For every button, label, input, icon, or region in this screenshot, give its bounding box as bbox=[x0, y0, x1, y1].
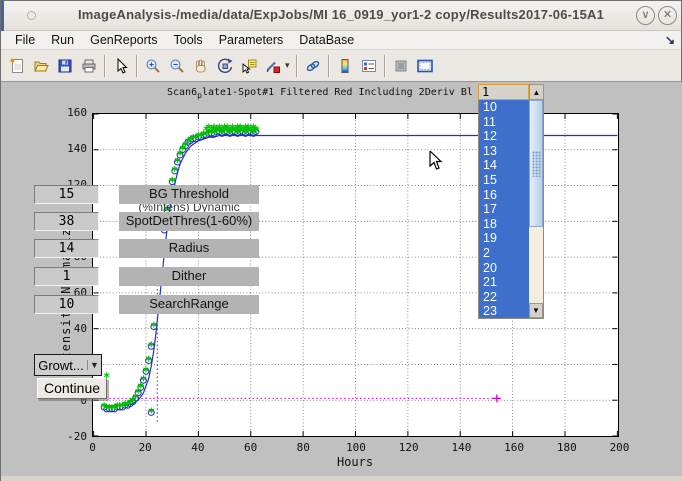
x-tick-label: 80 bbox=[283, 441, 323, 454]
scrollbar-grip bbox=[532, 151, 541, 177]
menu-tools[interactable]: Tools bbox=[166, 32, 211, 48]
dropdown-item[interactable]: 17 bbox=[479, 202, 529, 217]
bg-threshold-label: BG Threshold bbox=[119, 185, 259, 204]
dropdown-list[interactable]: 10111213141516171819220212223 bbox=[479, 100, 529, 318]
dropdown-item[interactable]: 15 bbox=[479, 173, 529, 188]
zoom-in-icon[interactable] bbox=[141, 53, 165, 79]
x-tick-label: 140 bbox=[441, 441, 481, 454]
app-window: ImageAnalysis-/media/data/ExpJobs/MI 16_… bbox=[0, 0, 682, 481]
dock-figure-icon[interactable] bbox=[413, 53, 437, 79]
title-bar[interactable]: ImageAnalysis-/media/data/ExpJobs/MI 16_… bbox=[1, 1, 681, 31]
dropdown-item[interactable]: 11 bbox=[479, 115, 529, 130]
dropdown-item[interactable]: 18 bbox=[479, 217, 529, 232]
save-icon[interactable] bbox=[53, 53, 77, 79]
plot-title: Scan6plate1-Spot#1 Filtered Red Includin… bbox=[167, 87, 473, 100]
x-tick-label: 0 bbox=[73, 441, 113, 454]
x-tick-label: 160 bbox=[494, 441, 534, 454]
rotate-3d-icon[interactable] bbox=[213, 53, 237, 79]
dropdown-item[interactable]: 2 bbox=[479, 246, 529, 261]
dropdown-item[interactable]: 21 bbox=[479, 275, 529, 290]
threshold-end-marker bbox=[493, 394, 501, 402]
x-tick-label: 180 bbox=[547, 441, 587, 454]
data-cursor-icon[interactable] bbox=[237, 53, 261, 79]
y-tick-label: 40 bbox=[51, 322, 87, 336]
searchrange-input[interactable]: 10 bbox=[34, 295, 99, 314]
menu-bar: File Run GenReports Tools Parameters Dat… bbox=[1, 31, 681, 50]
dropdown-item[interactable]: 14 bbox=[479, 158, 529, 173]
x-tick-label: 100 bbox=[336, 441, 376, 454]
shade-button[interactable]: ∨ bbox=[636, 6, 655, 25]
pan-hand-icon[interactable] bbox=[189, 53, 213, 79]
dock-arrow-icon[interactable]: ↘ bbox=[665, 33, 675, 47]
dropdown-item[interactable]: 23 bbox=[479, 304, 529, 318]
y-tick-label: 160 bbox=[51, 106, 87, 120]
continue-button[interactable]: Continue bbox=[37, 378, 107, 399]
new-file-icon[interactable] bbox=[5, 53, 29, 79]
insert-legend-icon[interactable] bbox=[357, 53, 381, 79]
bg-threshold-sublabel: (%Intens) Dynamic bbox=[119, 203, 259, 212]
link-plots-icon[interactable] bbox=[301, 53, 325, 79]
dropdown-item[interactable]: 10 bbox=[479, 100, 529, 115]
growth-mode-dropdown[interactable]: Growt... ▼ bbox=[34, 354, 102, 376]
open-file-icon[interactable] bbox=[29, 53, 53, 79]
brush-dropdown-icon[interactable]: ▾ bbox=[285, 60, 293, 71]
dropdown-scrollbar[interactable]: ▼ bbox=[529, 100, 543, 318]
dropdown-item[interactable]: 19 bbox=[479, 231, 529, 246]
x-tick-label: 60 bbox=[231, 441, 271, 454]
scrollbar-thumb[interactable] bbox=[529, 100, 543, 227]
dropdown-item[interactable]: 20 bbox=[479, 261, 529, 276]
searchrange-label: SearchRange bbox=[119, 295, 259, 314]
scroll-down-icon[interactable]: ▼ bbox=[529, 303, 543, 318]
dropdown-item[interactable]: 13 bbox=[479, 144, 529, 159]
y-tick-label: 140 bbox=[51, 142, 87, 156]
dropdown-arrow-icon: ▼ bbox=[87, 360, 101, 370]
toolbar-separator bbox=[296, 55, 298, 77]
toolbar-separator bbox=[328, 55, 330, 77]
menu-genreports[interactable]: GenReports bbox=[82, 32, 165, 48]
toolbar-separator bbox=[104, 55, 106, 77]
radius-label: Radius bbox=[119, 239, 259, 258]
dropdown-selected-value[interactable]: 1 bbox=[478, 84, 529, 100]
pointer-icon[interactable] bbox=[109, 53, 133, 79]
menu-run[interactable]: Run bbox=[43, 32, 82, 48]
mouse-cursor bbox=[429, 151, 443, 171]
x-tick-label: 120 bbox=[389, 441, 429, 454]
spotdetthres-input[interactable]: 38 bbox=[34, 212, 99, 231]
dropdown-item[interactable]: 12 bbox=[479, 129, 529, 144]
dropdown-item[interactable]: 22 bbox=[479, 290, 529, 305]
figure-toolbar: ▾ bbox=[1, 50, 681, 82]
zoom-out-icon[interactable] bbox=[165, 53, 189, 79]
insert-colorbar-icon[interactable] bbox=[333, 53, 357, 79]
x-axis-label: Hours bbox=[315, 455, 395, 469]
x-tick-label: 20 bbox=[125, 441, 165, 454]
menu-file[interactable]: File bbox=[7, 32, 43, 48]
menu-database[interactable]: DataBase bbox=[291, 32, 362, 48]
bg-threshold-input[interactable]: 15 bbox=[34, 185, 99, 204]
plot-tools-off-icon[interactable] bbox=[389, 53, 413, 79]
x-tick-label: 40 bbox=[178, 441, 218, 454]
print-icon[interactable] bbox=[77, 53, 101, 79]
radius-input[interactable]: 14 bbox=[34, 239, 99, 258]
window-bottom-border bbox=[1, 476, 682, 481]
spot-number-dropdown[interactable]: 1 ▲ 10111213141516171819220212223 ▼ bbox=[478, 84, 544, 319]
menu-parameters[interactable]: Parameters bbox=[211, 32, 292, 48]
window-title: ImageAnalysis-/media/data/ExpJobs/MI 16_… bbox=[1, 7, 681, 22]
close-button[interactable]: ✕ bbox=[658, 6, 677, 25]
toolbar-separator bbox=[136, 55, 138, 77]
dither-label: Dither bbox=[119, 267, 259, 286]
dither-input[interactable]: 1 bbox=[34, 267, 99, 286]
toolbar-separator bbox=[384, 55, 386, 77]
spotdetthres-label: SpotDetThres(1-60%) bbox=[119, 212, 259, 231]
brush-icon[interactable] bbox=[261, 53, 285, 79]
dropdown-item[interactable]: 16 bbox=[479, 188, 529, 203]
scroll-up-icon[interactable]: ▲ bbox=[529, 84, 544, 100]
x-tick-label: 200 bbox=[600, 441, 640, 454]
